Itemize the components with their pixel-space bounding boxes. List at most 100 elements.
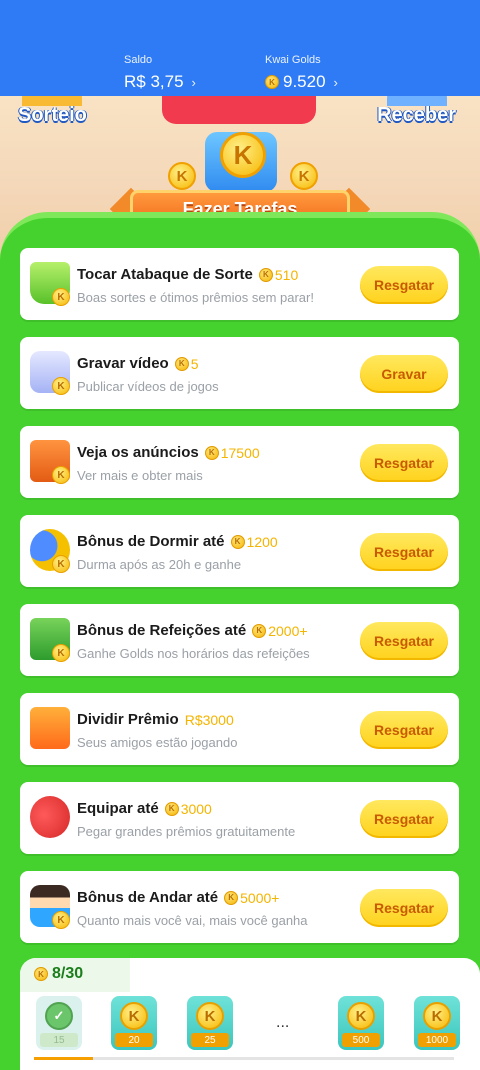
progress-track xyxy=(34,1057,454,1060)
task-title: Bônus de Andar até xyxy=(77,889,219,906)
task-card: Dividir Prêmio R$3000 Seus amigos estão j… xyxy=(20,693,459,765)
task-title: Equipar até xyxy=(77,800,159,817)
coin-icon: K xyxy=(120,1002,148,1030)
coin-icon: K xyxy=(52,377,70,395)
meal-icon: K xyxy=(30,618,70,662)
coin-icon: K xyxy=(52,288,70,306)
coin-icon: K xyxy=(52,555,70,573)
coin-icon: K xyxy=(164,801,179,816)
task-title: Gravar vídeo xyxy=(77,355,169,372)
golds-stat[interactable]: Kwai Golds K 9.520 › xyxy=(265,54,338,92)
day-reward-3[interactable]: K 25 xyxy=(187,996,233,1050)
big-coin-icon: K xyxy=(220,132,266,178)
coin-icon: K xyxy=(52,644,70,662)
task-subtitle: Durma após as 20h e ganhe xyxy=(77,557,242,572)
resgatar-button[interactable]: Resgatar xyxy=(360,533,448,571)
coin-icon: K xyxy=(196,1002,224,1030)
gravar-button[interactable]: Gravar xyxy=(360,355,448,393)
day-reward-1[interactable]: ✓ 15 xyxy=(36,996,82,1050)
day-reward-30[interactable]: K 1000 xyxy=(414,996,460,1050)
resgatar-button[interactable]: Resgatar xyxy=(360,889,448,927)
task-reward: 17500 xyxy=(220,444,260,461)
task-reward: 510 xyxy=(274,266,299,283)
task-reward: 5 xyxy=(190,355,199,372)
task-reward: 3000 xyxy=(180,800,212,817)
chevron-right-icon: › xyxy=(333,74,338,90)
coin-icon: K xyxy=(230,534,245,549)
tv-icon: K xyxy=(30,440,70,484)
resgatar-button[interactable]: Resgatar xyxy=(360,622,448,660)
day-amount: 25 xyxy=(191,1033,229,1047)
coin-icon: K xyxy=(52,911,70,929)
ellipsis: ... xyxy=(276,1014,290,1031)
task-title: Bônus de Dormir até xyxy=(77,533,225,550)
day-reward-20[interactable]: K 500 xyxy=(338,996,384,1050)
task-card: K Tocar Atabaque de Sorte K 510 Boas sorte… xyxy=(20,248,459,320)
gift-icon xyxy=(30,707,70,749)
sorteio-label: Sorteio xyxy=(18,104,87,126)
boy-icon: K xyxy=(30,885,70,929)
task-subtitle: Publicar vídeos de jogos xyxy=(77,379,219,394)
resgatar-button[interactable]: Resgatar xyxy=(360,711,448,749)
task-reward: 5000+ xyxy=(240,889,280,906)
coin-icon: K xyxy=(347,1002,375,1030)
task-card: K Bônus de Dormir até K 1200 Durma após as… xyxy=(20,515,459,587)
coin-icon: K xyxy=(52,466,70,484)
day-amount: 1000 xyxy=(418,1033,456,1047)
task-title: Dividir Prêmio xyxy=(77,711,179,728)
task-title: Bônus de Refeições até xyxy=(77,622,247,639)
day-amount: 20 xyxy=(115,1033,153,1047)
task-subtitle: Ganhe Golds nos horários das refeições xyxy=(77,646,310,661)
coin-icon: K xyxy=(423,1002,451,1030)
task-card: K Bônus de Andar até K 5000+ Quanto mais v… xyxy=(20,871,459,943)
camera-icon: K xyxy=(30,351,70,395)
boxing-glove-icon xyxy=(30,796,70,838)
saldo-stat[interactable]: Saldo R$ 3,75 › xyxy=(124,54,196,92)
task-subtitle: Quanto mais você vai, mais você ganha xyxy=(77,913,308,928)
task-subtitle: Boas sortes e ótimos prêmios sem parar! xyxy=(77,290,314,305)
coin-icon: K xyxy=(34,967,48,981)
coin-icon: K xyxy=(174,356,189,371)
task-subtitle: Pegar grandes prêmios gratuitamente xyxy=(77,824,296,839)
check-icon: ✓ xyxy=(45,1002,73,1030)
day-amount: 15 xyxy=(40,1033,78,1047)
resgatar-button[interactable]: Resgatar xyxy=(360,800,448,838)
coin-icon: K xyxy=(290,162,318,190)
task-card: K Gravar vídeo K 5 Publicar vídeos de jogo… xyxy=(20,337,459,409)
task-subtitle: Seus amigos estão jogando xyxy=(77,735,238,750)
day-reward-2[interactable]: K 20 xyxy=(111,996,157,1050)
task-card: K Veja os anúncios K 17500 Ver mais e obte… xyxy=(20,426,459,498)
coin-icon: K xyxy=(204,445,219,460)
coin-icon: K xyxy=(168,162,196,190)
task-reward: 1200 xyxy=(246,533,278,550)
task-title: Tocar Atabaque de Sorte xyxy=(77,266,253,283)
golds-label: Kwai Golds xyxy=(265,54,321,66)
balance-header: Saldo R$ 3,75 › Kwai Golds K 9.520 › xyxy=(0,0,480,96)
task-card: Equipar até K 3000 Pegar grandes prêmios g… xyxy=(20,782,459,854)
chevron-right-icon: › xyxy=(191,74,196,90)
moon-icon: K xyxy=(30,529,70,573)
resgatar-button[interactable]: Resgatar xyxy=(360,266,448,304)
day-amount: 500 xyxy=(342,1033,380,1047)
saldo-label: Saldo xyxy=(124,54,153,66)
task-title: Veja os anúncios xyxy=(77,444,199,461)
progress-count-text: 8/30 xyxy=(52,965,84,982)
task-card: K Bônus de Refeições até K 2000+ Ganhe Gol… xyxy=(20,604,459,676)
coin-icon: K xyxy=(258,267,273,282)
progress-fill xyxy=(34,1057,93,1060)
resgatar-button[interactable]: Resgatar xyxy=(360,444,448,482)
task-subtitle: Ver mais e obter mais xyxy=(77,468,203,483)
receber-button[interactable]: Receber xyxy=(377,90,456,127)
coin-icon: K xyxy=(252,623,267,638)
task-reward: R$3000 xyxy=(184,711,234,728)
coin-icon: K xyxy=(265,75,279,89)
progress-counter: K 8/30 xyxy=(34,965,83,983)
receber-label: Receber xyxy=(377,104,456,126)
drum-icon: K xyxy=(30,262,70,306)
task-reward: 2000+ xyxy=(268,622,308,639)
sorteio-button[interactable]: Sorteio xyxy=(18,90,87,127)
golds-value: 9.520 xyxy=(283,72,326,91)
coin-icon: K xyxy=(224,890,239,905)
saldo-value: R$ 3,75 xyxy=(124,72,184,91)
center-red-button[interactable] xyxy=(162,96,316,124)
